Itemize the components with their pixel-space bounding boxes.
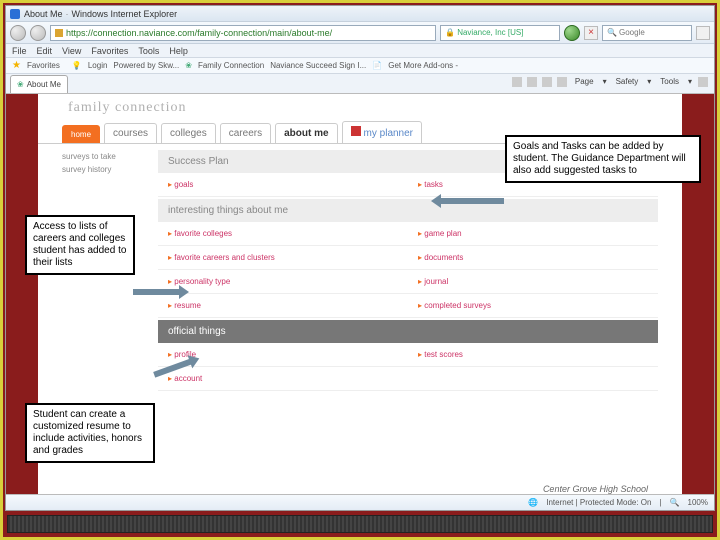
toolbar-right: Page▾ Safety▾ Tools▾: [512, 76, 710, 87]
lock-icon: [55, 29, 63, 37]
menu-help[interactable]: Help: [169, 46, 188, 56]
browser-tab-active[interactable]: ❀ About Me: [10, 75, 68, 93]
favlink-3[interactable]: Naviance Succeed Sign I...: [270, 61, 366, 70]
menu-favorites[interactable]: Favorites: [91, 46, 128, 56]
link-journal[interactable]: journal: [418, 275, 648, 288]
search-go[interactable]: [696, 26, 710, 40]
favlink-0[interactable]: Login: [88, 61, 108, 70]
callout-goals-tasks: Goals and Tasks can be added by student.…: [505, 135, 701, 183]
toolbar-page[interactable]: Page: [572, 76, 597, 87]
favorites-star-icon[interactable]: ★: [12, 60, 21, 71]
print-icon[interactable]: [557, 77, 567, 87]
identity-text: Naviance, Inc [US]: [457, 28, 523, 37]
url-input[interactable]: https://connection.naviance.com/family-c…: [50, 25, 436, 41]
menu-edit[interactable]: Edit: [37, 46, 53, 56]
tab-my-planner[interactable]: my planner: [342, 121, 422, 143]
menu-file[interactable]: File: [12, 46, 27, 56]
window-title-prefix: About Me: [24, 9, 63, 19]
link-favorite-careers[interactable]: favorite careers and clusters: [168, 251, 398, 264]
tab-about-me[interactable]: about me: [275, 123, 337, 143]
toolbar-safety[interactable]: Safety: [613, 76, 642, 87]
status-zoom[interactable]: 100%: [688, 498, 708, 507]
menubar: File Edit View Favorites Tools Help: [6, 44, 714, 58]
link-completed-surveys[interactable]: completed surveys: [418, 299, 648, 312]
taskbar: [7, 515, 713, 533]
link-test-scores[interactable]: test scores: [418, 348, 648, 361]
favlink-2[interactable]: Family Connection: [198, 61, 264, 70]
link-resume[interactable]: resume: [168, 299, 398, 312]
link-account[interactable]: account: [168, 372, 398, 385]
favorites-bar: ★ Favorites 💡Login Powered by Skw... ❀Fa…: [6, 58, 714, 74]
search-input[interactable]: 🔍Google: [602, 25, 692, 41]
stop-button[interactable]: ×: [584, 26, 598, 40]
status-mode: Internet | Protected Mode: On: [546, 498, 651, 507]
mail-icon[interactable]: [542, 77, 552, 87]
arrow-3: [439, 198, 504, 204]
arrow-1: [133, 289, 181, 295]
separator: ·: [66, 9, 69, 19]
section-official: official things: [158, 320, 658, 343]
tab-colleges[interactable]: colleges: [161, 123, 216, 143]
link-personality-type[interactable]: personality type: [168, 275, 398, 288]
refresh-button[interactable]: [564, 25, 580, 41]
callout-careers-colleges: Access to lists of careers and colleges …: [25, 215, 135, 275]
back-button[interactable]: [10, 25, 26, 41]
toolbar-tools[interactable]: Tools: [657, 76, 682, 87]
tab-label: About Me: [27, 80, 61, 89]
status-zoom-icon[interactable]: 🔍: [670, 498, 680, 507]
status-bar: 🌐Internet | Protected Mode: On | 🔍 100%: [6, 494, 714, 510]
tab-home[interactable]: home: [62, 125, 100, 143]
link-goals[interactable]: goals: [168, 178, 398, 191]
url-identity: 🔒 Naviance, Inc [US]: [440, 25, 560, 41]
help-icon[interactable]: [698, 77, 708, 87]
menu-view[interactable]: View: [62, 46, 81, 56]
school-name: Center Grove High School: [543, 484, 648, 494]
ie-icon: [10, 9, 20, 19]
planner-label: my planner: [364, 128, 413, 139]
favlink-1[interactable]: Powered by Skw...: [113, 61, 179, 70]
menu-tools[interactable]: Tools: [138, 46, 159, 56]
sidebar-item-history[interactable]: survey history: [62, 165, 142, 174]
link-profile[interactable]: profile: [168, 348, 398, 361]
search-placeholder: Google: [619, 28, 645, 37]
section-interesting: interesting things about me: [158, 199, 658, 222]
tab-bar: ❀ About Me Page▾ Safety▾ Tools▾: [6, 74, 714, 94]
tab-careers[interactable]: careers: [220, 123, 271, 143]
forward-button[interactable]: [30, 25, 46, 41]
link-documents[interactable]: documents: [418, 251, 648, 264]
favorites-label: Favorites: [27, 61, 60, 70]
link-game-plan[interactable]: game plan: [418, 227, 648, 240]
titlebar: About Me · Windows Internet Explorer: [6, 6, 714, 22]
page-title: family connection: [38, 94, 682, 122]
navbar: https://connection.naviance.com/family-c…: [6, 22, 714, 44]
tab-courses[interactable]: courses: [104, 123, 157, 143]
home-icon[interactable]: [512, 77, 522, 87]
url-text: https://connection.naviance.com/family-c…: [66, 28, 332, 38]
sidebar-item-surveys[interactable]: surveys to take: [62, 152, 142, 161]
favlink-4[interactable]: Get More Add-ons -: [388, 61, 458, 70]
callout-resume: Student can create a customized resume t…: [25, 403, 155, 463]
main-column: Success Plan goals tasks interesting thi…: [158, 148, 658, 391]
planner-icon: [351, 126, 361, 136]
window-title-suffix: Windows Internet Explorer: [72, 9, 178, 19]
feeds-icon[interactable]: [527, 77, 537, 87]
link-favorite-colleges[interactable]: favorite colleges: [168, 227, 398, 240]
